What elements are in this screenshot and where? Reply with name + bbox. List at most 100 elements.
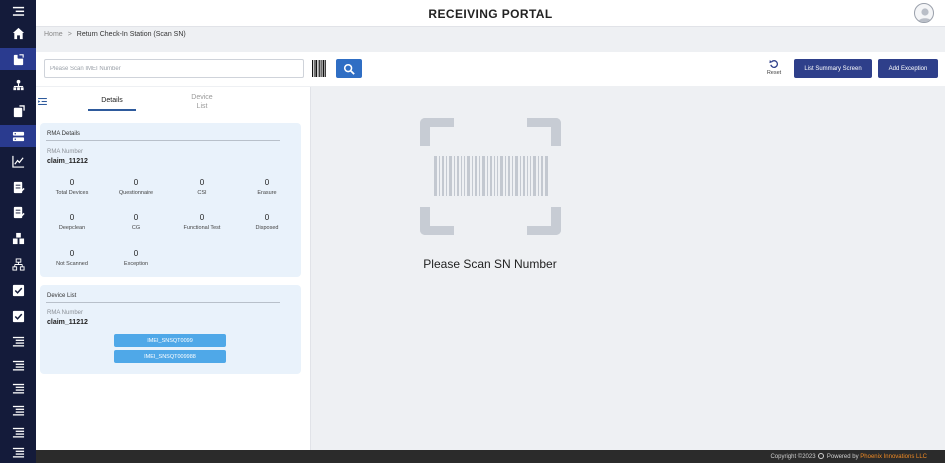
search-button[interactable]	[336, 59, 362, 78]
sidebar-item-list-5[interactable]	[0, 421, 36, 443]
stat-questionnaire: 0 Questionnaire	[105, 178, 167, 196]
top-bar: RECEIVING PORTAL	[36, 0, 945, 27]
device-imei-button[interactable]: IMEI_SNSQT0099	[114, 334, 226, 347]
footer-powered-by: Powered by	[826, 454, 859, 460]
scan-frame-corner	[527, 118, 561, 146]
sidebar-item-edit-1[interactable]	[0, 176, 36, 198]
edit-document-icon	[13, 181, 25, 193]
stat-label: CG	[131, 225, 141, 231]
stat-value: 0	[264, 213, 270, 222]
stat-label: CSI	[197, 190, 207, 196]
tab-details-label: Details	[101, 97, 123, 104]
list-icon	[12, 383, 24, 394]
stat-cg: 0 CG	[105, 213, 167, 231]
footer-text: Copyright ©2023 Powered by Phoenix Innov…	[770, 453, 927, 460]
footer: Copyright ©2023 Powered by Phoenix Innov…	[36, 450, 945, 463]
sidebar-item-export[interactable]	[0, 100, 36, 122]
reset-button[interactable]: Reset	[762, 59, 786, 81]
stat-disposed: 0 Disposed	[236, 213, 298, 231]
barcode-scan-button[interactable]	[311, 59, 327, 78]
device-imei-button[interactable]: IMEI_SNSQT009988	[114, 350, 226, 363]
breadcrumb-home-link[interactable]: Home	[44, 31, 63, 38]
sidebar-item-network[interactable]	[0, 253, 36, 275]
tab-details[interactable]: Details	[88, 97, 136, 111]
sidebar-item-analytics[interactable]	[0, 150, 36, 172]
stat-label: Deepclean	[58, 225, 86, 231]
avatar[interactable]	[914, 3, 934, 23]
rma-details-card: RMA Details RMA Number claim_11212 0 Tot…	[40, 123, 301, 277]
barcode-illustration-icon	[434, 156, 548, 196]
tab-device-list[interactable]: Device List	[183, 93, 221, 111]
collapse-panel-button[interactable]	[38, 92, 47, 110]
brand-logo-icon	[818, 453, 825, 459]
sidebar-item-list-6[interactable]	[0, 441, 36, 463]
footer-brand-link[interactable]: Phoenix Innovations LLC	[860, 454, 927, 460]
divider	[46, 140, 280, 141]
breadcrumb-separator: >	[67, 31, 72, 38]
rma-number-value: claim_11212	[47, 319, 88, 326]
imei-scan-input[interactable]	[44, 59, 304, 78]
sidebar-item-org-chart[interactable]	[0, 74, 36, 96]
list-icon	[12, 427, 24, 438]
rma-number-label: RMA Number	[47, 310, 84, 316]
stat-label: Questionnaire	[118, 190, 154, 196]
stat-label: Disposed	[255, 225, 279, 231]
network-icon	[11, 257, 25, 271]
stat-functional-test: 0 Functional Test	[171, 213, 233, 231]
stat-value: 0	[133, 178, 139, 187]
app-title: RECEIVING PORTAL	[428, 7, 553, 21]
sidebar-item-home[interactable]	[0, 22, 36, 44]
tab-device-list-label-line1: Device	[191, 94, 213, 101]
stat-value: 0	[69, 249, 75, 258]
stat-not-scanned: 0 Not Scanned	[41, 249, 103, 267]
home-icon	[12, 27, 24, 39]
server-icon	[12, 131, 24, 141]
sidebar-item-receiving[interactable]	[0, 48, 36, 70]
list-icon	[12, 447, 24, 458]
list-icon	[12, 360, 24, 371]
scan-frame-corner	[527, 207, 561, 235]
receiving-icon	[13, 53, 24, 65]
sidebar-item-list-1[interactable]	[0, 330, 36, 352]
divider	[46, 302, 280, 303]
scan-frame-corner	[420, 207, 454, 235]
stat-deepclean: 0 Deepclean	[41, 213, 103, 231]
scan-prompt-message: Please Scan SN Number	[423, 257, 557, 271]
sidebar-item-menu[interactable]	[0, 0, 36, 22]
add-exception-button[interactable]: Add Exception	[878, 59, 938, 78]
stat-label: Total Devices	[55, 190, 89, 196]
breadcrumb-current: Return Check-In Station (Scan SN)	[76, 31, 186, 38]
stat-value: 0	[133, 213, 139, 222]
sidebar-item-list-3[interactable]	[0, 377, 36, 399]
document-export-icon	[13, 104, 25, 117]
rma-number-label: RMA Number	[47, 149, 84, 155]
sidebar-item-checklist-2[interactable]	[0, 305, 36, 327]
indent-list-icon	[38, 98, 47, 105]
sidebar-item-server[interactable]	[0, 125, 36, 147]
stat-value: 0	[69, 213, 75, 222]
checklist-icon	[12, 310, 24, 322]
list-icon	[12, 336, 24, 347]
search-icon	[343, 63, 355, 75]
checklist-icon	[12, 284, 24, 296]
toolbar: Reset List Summary Screen Add Exception	[36, 52, 945, 86]
tab-active-indicator	[88, 109, 136, 111]
warehouse-icon	[12, 232, 24, 244]
stat-label: Exception	[123, 261, 149, 267]
sidebar-item-list-4[interactable]	[0, 399, 36, 421]
sidebar-item-checklist-1[interactable]	[0, 279, 36, 301]
sidebar-item-edit-2[interactable]	[0, 201, 36, 223]
details-panel: Details Device List RMA Details RMA Numb…	[36, 87, 311, 450]
stat-erasure: 0 Erasure	[236, 178, 298, 196]
stat-label: Not Scanned	[56, 261, 88, 267]
chart-icon	[11, 155, 24, 168]
list-summary-screen-button[interactable]: List Summary Screen	[794, 59, 872, 78]
stat-value: 0	[199, 178, 205, 187]
sidebar-item-warehouse[interactable]	[0, 227, 36, 249]
sidebar-item-list-2[interactable]	[0, 354, 36, 376]
menu-icon	[12, 6, 24, 16]
scan-frame	[420, 118, 561, 235]
stat-value: 0	[199, 213, 205, 222]
breadcrumb: Home > Return Check-In Station (Scan SN)	[44, 31, 186, 38]
stat-csi: 0 CSI	[171, 178, 233, 196]
